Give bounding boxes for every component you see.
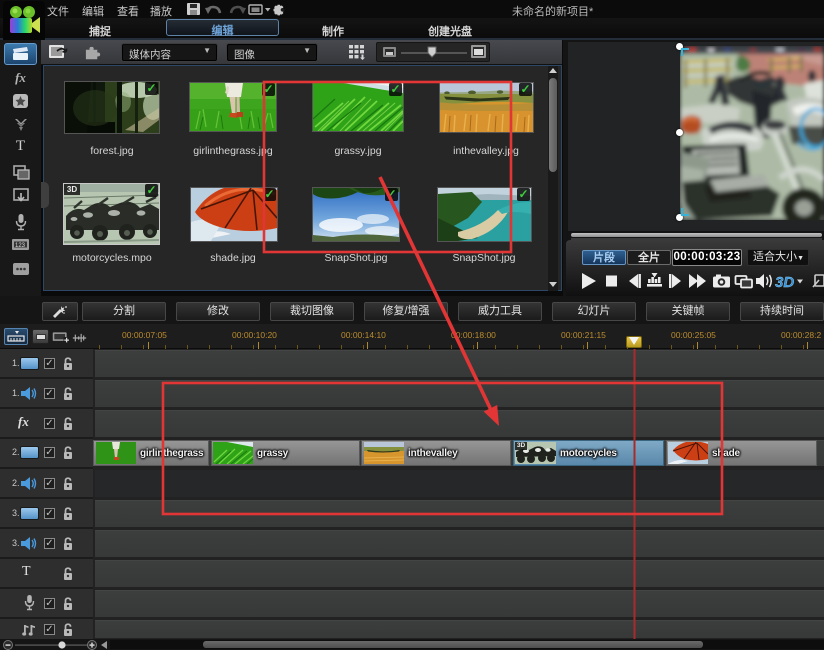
svg-text:3D: 3D xyxy=(775,274,794,291)
svg-text:123: 123 xyxy=(15,243,26,249)
